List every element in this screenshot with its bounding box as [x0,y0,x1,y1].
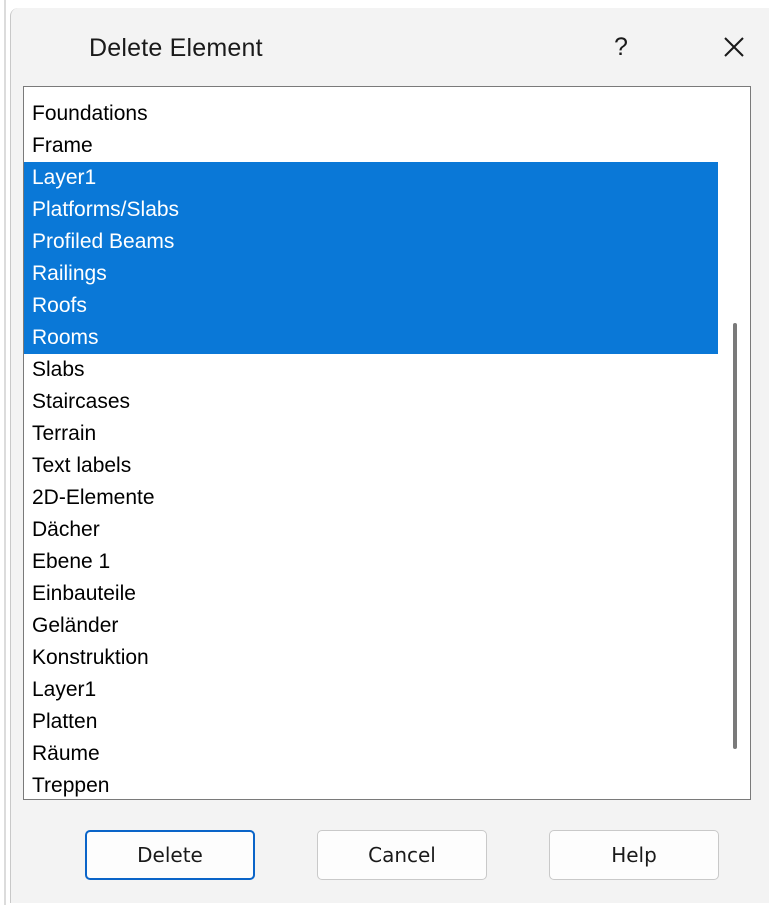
list-item[interactable]: Staircases [24,386,718,418]
list-item[interactable]: Frame [24,130,718,162]
list-item[interactable]: Konstruktion [24,642,718,674]
vertical-scrollbar[interactable] [720,87,750,799]
list-item[interactable]: Foundations [24,98,718,130]
close-icon[interactable] [717,30,751,64]
list-item[interactable]: Platten [24,706,718,738]
list-item[interactable]: Ebene 1 [24,546,718,578]
delete-button[interactable]: Delete [85,830,255,880]
element-listbox[interactable]: Foundations Frame Layer1 Platforms/Slabs Pro… [23,86,751,800]
element-list: Foundations Frame Layer1 Platforms/Slabs Pro… [24,98,718,799]
dialog-title: Delete Element [89,34,263,62]
list-item[interactable]: Text labels [24,450,718,482]
list-item[interactable]: Railings [24,258,718,290]
background-window-edge [4,0,6,905]
cancel-button[interactable]: Cancel [317,830,487,880]
delete-element-dialog: Delete Element ? Foundations Frame Layer1 P… [10,8,769,903]
list-item[interactable]: Layer1 [24,674,718,706]
help-icon[interactable]: ? [609,30,633,64]
list-item[interactable]: Profiled Beams [24,226,718,258]
help-button[interactable]: Help [549,830,719,880]
list-item[interactable]: 2D-Elemente [24,482,718,514]
list-item[interactable]: Geländer [24,610,718,642]
list-item[interactable]: Layer1 [24,162,718,194]
list-item[interactable]: Roofs [24,290,718,322]
title-bar: Delete Element ? [11,8,769,84]
list-item[interactable]: Treppen [24,770,718,799]
list-item[interactable]: Räume [24,738,718,770]
list-item[interactable]: Slabs [24,354,718,386]
scrollbar-thumb[interactable] [733,323,737,749]
list-item[interactable]: Dächer [24,514,718,546]
list-item[interactable]: Einbauteile [24,578,718,610]
list-item[interactable]: Rooms [24,322,718,354]
list-item[interactable]: Terrain [24,418,718,450]
list-item[interactable]: Platforms/Slabs [24,194,718,226]
